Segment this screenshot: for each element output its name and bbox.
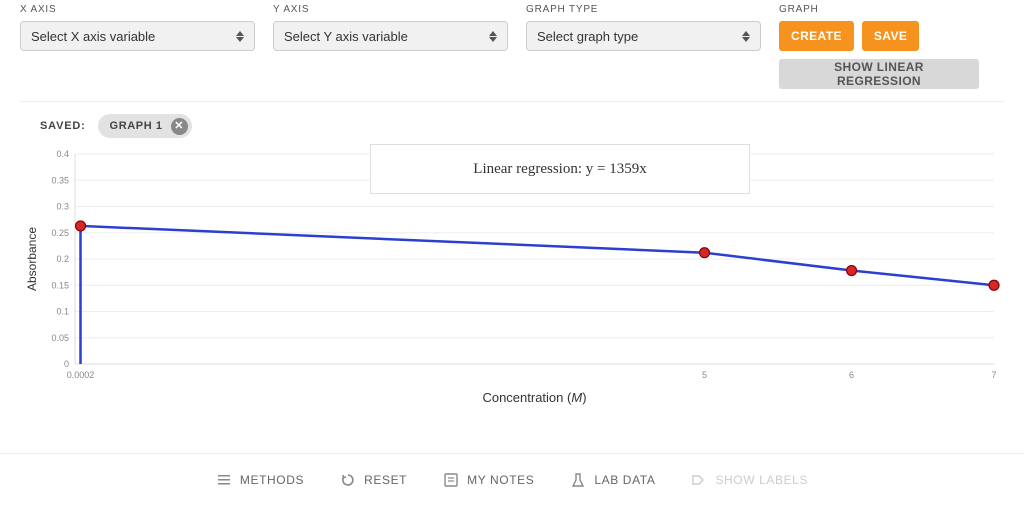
chip-close-icon[interactable]: ✕	[171, 118, 188, 135]
labdata-button[interactable]: LAB DATA	[570, 472, 655, 488]
regression-overlay: Linear regression: y = 1359x	[370, 144, 750, 194]
button-row: CREATE SAVE SHOW LINEAR REGRESSION	[779, 21, 979, 89]
svg-text:0.35: 0.35	[51, 175, 69, 185]
xaxis-col: X AXIS Select X axis variable	[20, 4, 255, 89]
reset-button[interactable]: RESET	[340, 472, 407, 488]
svg-text:0.2: 0.2	[56, 254, 69, 264]
notes-text: MY NOTES	[467, 473, 534, 487]
y-axis: 0 0.05 0.1 0.15 0.2 0.25 0.3 0.35 0.4	[51, 149, 75, 369]
gtype-select[interactable]: Select graph type	[526, 21, 761, 51]
chart-area: Linear regression: y = 1359x 0 0.05 0.1 0.1…	[20, 144, 1004, 414]
xaxis-label: X AXIS	[20, 4, 255, 15]
svg-text:0.4: 0.4	[56, 149, 69, 159]
svg-text:0.05: 0.05	[51, 333, 69, 343]
x-axis-title: Concentration (M)	[482, 390, 586, 405]
footer-bar: METHODS RESET MY NOTES LAB DATA SHOW LAB…	[0, 453, 1024, 505]
svg-text:0.1: 0.1	[56, 307, 69, 317]
chip-text: GRAPH 1	[110, 120, 163, 132]
svg-text:0.3: 0.3	[56, 202, 69, 212]
y-axis-title: Absorbance	[25, 227, 39, 291]
caret-icon	[489, 31, 497, 42]
yaxis-label: Y AXIS	[273, 4, 508, 15]
yaxis-value: Select Y axis variable	[284, 29, 408, 44]
regression-button[interactable]: SHOW LINEAR REGRESSION	[779, 59, 979, 89]
x-axis: 0.0002 5 6 7	[67, 364, 997, 380]
reset-text: RESET	[364, 473, 407, 487]
labels-button[interactable]: SHOW LABELS	[691, 472, 808, 488]
methods-icon	[216, 472, 232, 488]
methods-button[interactable]: METHODS	[216, 472, 304, 488]
gtype-value: Select graph type	[537, 29, 638, 44]
saved-row: SAVED: GRAPH 1 ✕	[0, 112, 1024, 144]
yaxis-col: Y AXIS Select Y axis variable	[273, 4, 508, 89]
caret-icon	[742, 31, 750, 42]
svg-text:7: 7	[991, 370, 996, 380]
notes-icon	[443, 472, 459, 488]
graph-label: GRAPH	[779, 4, 979, 15]
saved-label: SAVED:	[40, 120, 86, 132]
gtype-col: GRAPH TYPE Select graph type	[526, 4, 761, 89]
labdata-icon	[570, 472, 586, 488]
svg-text:6: 6	[849, 370, 854, 380]
xaxis-value: Select X axis variable	[31, 29, 155, 44]
gtype-label: GRAPH TYPE	[526, 4, 761, 15]
notes-button[interactable]: MY NOTES	[443, 472, 534, 488]
labdata-text: LAB DATA	[594, 473, 655, 487]
xaxis-select[interactable]: Select X axis variable	[20, 21, 255, 51]
yaxis-select[interactable]: Select Y axis variable	[273, 21, 508, 51]
create-button[interactable]: CREATE	[779, 21, 854, 51]
caret-icon	[236, 31, 244, 42]
data-line	[81, 226, 994, 364]
svg-text:0.0002: 0.0002	[67, 370, 95, 380]
svg-text:0.25: 0.25	[51, 228, 69, 238]
labels-icon	[691, 472, 707, 488]
reset-icon	[340, 472, 356, 488]
svg-text:5: 5	[702, 370, 707, 380]
save-button[interactable]: SAVE	[862, 21, 919, 51]
divider	[20, 101, 1004, 102]
svg-text:0: 0	[64, 359, 69, 369]
control-bar: X AXIS Select X axis variable Y AXIS Sel…	[0, 0, 1024, 101]
methods-text: METHODS	[240, 473, 304, 487]
svg-text:0.15: 0.15	[51, 280, 69, 290]
labels-text: SHOW LABELS	[715, 473, 808, 487]
graph-col: GRAPH CREATE SAVE SHOW LINEAR REGRESSION	[779, 4, 979, 89]
saved-chip[interactable]: GRAPH 1 ✕	[98, 114, 192, 138]
